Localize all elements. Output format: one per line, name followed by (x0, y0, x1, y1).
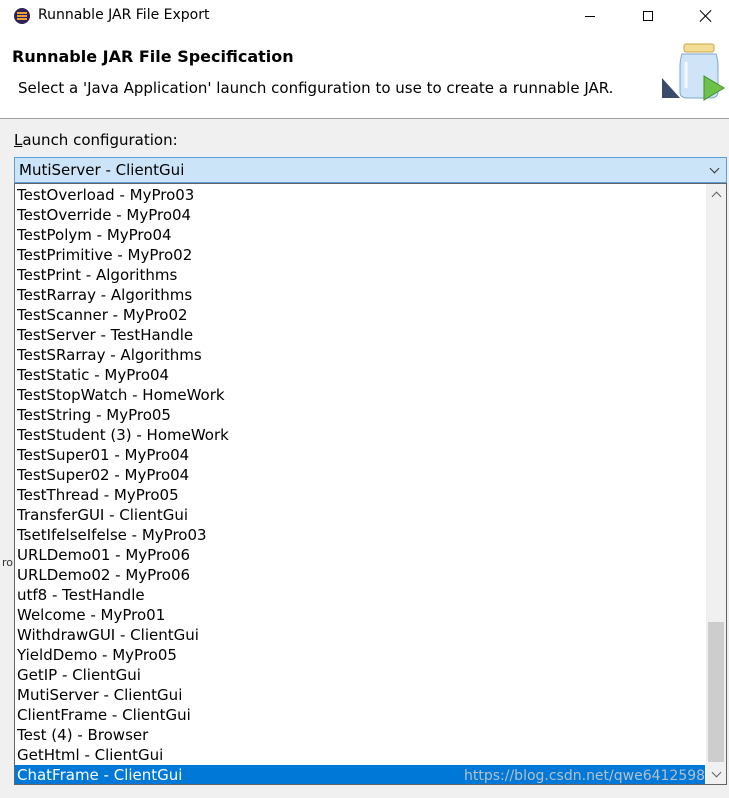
list-item[interactable]: URLDemo01 - MyPro06 (15, 545, 705, 565)
eclipse-icon (14, 8, 30, 24)
list-item[interactable]: YieldDemo - MyPro05 (15, 645, 705, 665)
close-icon (699, 9, 713, 23)
list-item[interactable]: GetHtml - ClientGui (15, 745, 705, 765)
combo-selected-value: MutiServer - ClientGui (19, 161, 185, 179)
list-item[interactable]: TestSuper01 - MyPro04 (15, 445, 705, 465)
list-item[interactable]: TestScanner - MyPro02 (15, 305, 705, 325)
list-item[interactable]: Test (4) - Browser (15, 725, 705, 745)
list-item[interactable]: GetIP - ClientGui (15, 665, 705, 685)
list-item[interactable]: TestStudent (3) - HomeWork (15, 425, 705, 445)
list-item[interactable]: URLDemo02 - MyPro06 (15, 565, 705, 585)
list-item[interactable]: TestRarray - Algorithms (15, 285, 705, 305)
list-item[interactable]: ClientFrame - ClientGui (15, 705, 705, 725)
minimize-button[interactable] (567, 0, 613, 32)
maximize-icon (643, 11, 653, 21)
launch-configuration-combo[interactable]: MutiServer - ClientGui (14, 157, 727, 183)
list-item[interactable]: Welcome - MyPro01 (15, 605, 705, 625)
list-item[interactable]: TestSuper02 - MyPro04 (15, 465, 705, 485)
page-title: Runnable JAR File Specification (12, 47, 294, 66)
list-item[interactable]: TestOverride - MyPro04 (15, 205, 705, 225)
list-item[interactable]: TestServer - TestHandle (15, 325, 705, 345)
launch-configuration-dropdown[interactable]: TestOverload - MyPro03 TestOverride - MyP… (14, 183, 727, 785)
list-item[interactable]: TestPolym - MyPro04 (15, 225, 705, 245)
chevron-down-icon (711, 767, 721, 777)
dropdown-list: TestOverload - MyPro03 TestOverride - MyP… (15, 185, 705, 784)
list-item[interactable]: WithdrawGUI - ClientGui (15, 625, 705, 645)
scroll-thumb[interactable] (708, 622, 724, 762)
launch-configuration-label: Launch configuration: (14, 131, 178, 149)
title-bar: Runnable JAR File Export (0, 0, 729, 32)
list-item[interactable]: MutiServer - ClientGui (15, 685, 705, 705)
list-item[interactable]: TestStatic - MyPro04 (15, 365, 705, 385)
list-item[interactable]: utf8 - TestHandle (15, 585, 705, 605)
background-text-fragment: ro (2, 556, 14, 569)
jar-export-wizard-icon (662, 43, 725, 101)
window-title: Runnable JAR File Export (38, 7, 210, 23)
list-item[interactable]: TestStopWatch - HomeWork (15, 385, 705, 405)
chevron-down-icon[interactable] (708, 162, 720, 178)
list-item[interactable]: TestString - MyPro05 (15, 405, 705, 425)
close-button[interactable] (683, 0, 729, 32)
chevron-up-icon (711, 191, 721, 201)
minimize-icon (585, 15, 595, 17)
maximize-button[interactable] (625, 0, 671, 32)
list-item[interactable]: TransferGUI - ClientGui (15, 505, 705, 525)
list-item[interactable]: TestPrimitive - MyPro02 (15, 245, 705, 265)
wizard-header: Runnable JAR File Specification Select a… (0, 32, 729, 119)
list-item[interactable]: TestThread - MyPro05 (15, 485, 705, 505)
watermark: https://blog.csdn.net/qwe6412598 (464, 768, 706, 784)
scroll-up-button[interactable] (706, 184, 726, 204)
list-item[interactable]: TestSRarray - Algorithms (15, 345, 705, 365)
list-item[interactable]: TsetIfelseIfelse - MyPro03 (15, 525, 705, 545)
list-item[interactable]: TestPrint - Algorithms (15, 265, 705, 285)
scroll-down-button[interactable] (706, 764, 726, 784)
dropdown-scrollbar[interactable] (706, 184, 726, 784)
page-description: Select a 'Java Application' launch confi… (18, 79, 614, 97)
list-item[interactable]: TestOverload - MyPro03 (15, 185, 705, 205)
